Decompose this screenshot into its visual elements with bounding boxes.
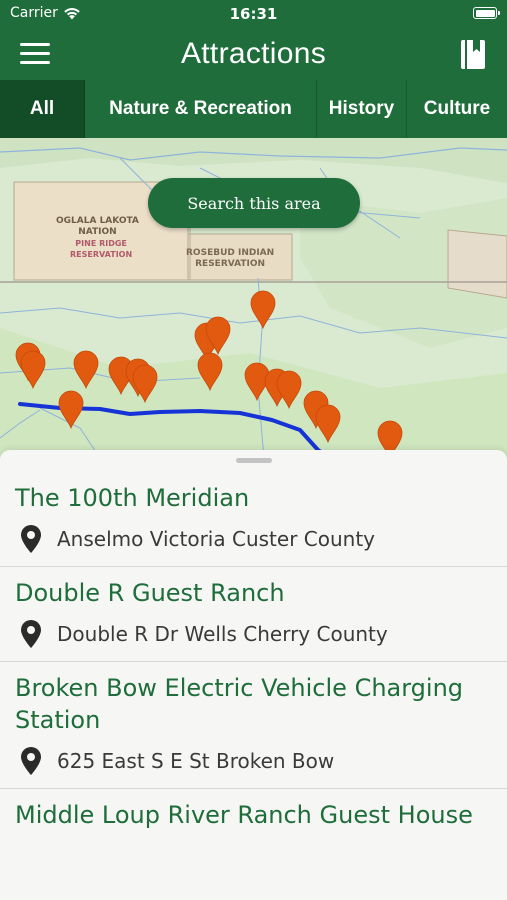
attraction-name: Double R Guest Ranch [15, 579, 285, 607]
map-view[interactable]: OGLALA LAKOTA NATION PINE RIDGE RESERVAT… [0, 138, 507, 458]
attraction-name: Broken Bow Electric Vehicle Charging Sta… [15, 674, 464, 734]
navigation-bar: Attractions [0, 28, 507, 80]
map-label-pine-ridge-line1: PINE RIDGE [75, 239, 127, 248]
bookmark-book-icon [461, 40, 485, 69]
tab-culture[interactable]: Culture [407, 80, 507, 138]
attraction-name: Middle Loup River Ranch Guest House [15, 801, 473, 829]
sheet-grabber[interactable] [236, 458, 272, 463]
attraction-address: Anselmo Victoria Custer County [57, 527, 375, 551]
list-item[interactable]: The 100th Meridian Anselmo Victoria Cust… [0, 472, 507, 567]
location-pin-icon [21, 525, 41, 553]
attraction-address: Double R Dr Wells Cherry County [57, 622, 388, 646]
attractions-list: The 100th Meridian Anselmo Victoria Cust… [0, 472, 507, 843]
status-bar: Carrier 16:31 [0, 0, 507, 28]
tab-all[interactable]: All [0, 80, 85, 138]
attraction-address: 625 East S E St Broken Bow [57, 749, 335, 773]
list-item[interactable]: Broken Bow Electric Vehicle Charging Sta… [0, 662, 507, 789]
category-tabs: All Nature & Recreation History Culture [0, 80, 507, 138]
search-this-area-button[interactable]: Search this area [148, 178, 360, 228]
location-pin-icon [21, 620, 41, 648]
map-label-oglala-line2: NATION [78, 227, 117, 237]
map-label-rosebud: ROSEBUD INDIAN RESERVATION [186, 248, 274, 270]
attraction-address-row: Anselmo Victoria Custer County [15, 524, 492, 554]
location-pin-icon [21, 747, 41, 775]
map-label-oglala: OGLALA LAKOTA NATION [56, 216, 139, 238]
attraction-address-row: Double R Dr Wells Cherry County [15, 619, 492, 649]
bookmarks-button[interactable] [459, 37, 489, 71]
map-label-pine-ridge: PINE RIDGE RESERVATION [70, 238, 132, 260]
map-label-oglala-line1: OGLALA LAKOTA [56, 216, 139, 226]
status-time: 16:31 [229, 5, 278, 23]
map-label-rosebud-line1: ROSEBUD INDIAN [186, 248, 275, 258]
attractions-sheet: The 100th Meridian Anselmo Victoria Cust… [0, 450, 507, 900]
attraction-address-row: 625 East S E St Broken Bow [15, 746, 492, 776]
tab-history[interactable]: History [317, 80, 407, 138]
battery-icon [473, 7, 500, 19]
tab-nature-recreation[interactable]: Nature & Recreation [85, 80, 317, 138]
map-label-pine-ridge-line2: RESERVATION [70, 250, 133, 259]
map-label-rosebud-line2: RESERVATION [195, 259, 266, 269]
list-item[interactable]: Double R Guest Ranch Double R Dr Wells C… [0, 567, 507, 662]
page-title: Attractions [180, 37, 327, 70]
list-item[interactable]: Middle Loup River Ranch Guest House [0, 789, 507, 843]
attraction-name: The 100th Meridian [15, 484, 250, 512]
